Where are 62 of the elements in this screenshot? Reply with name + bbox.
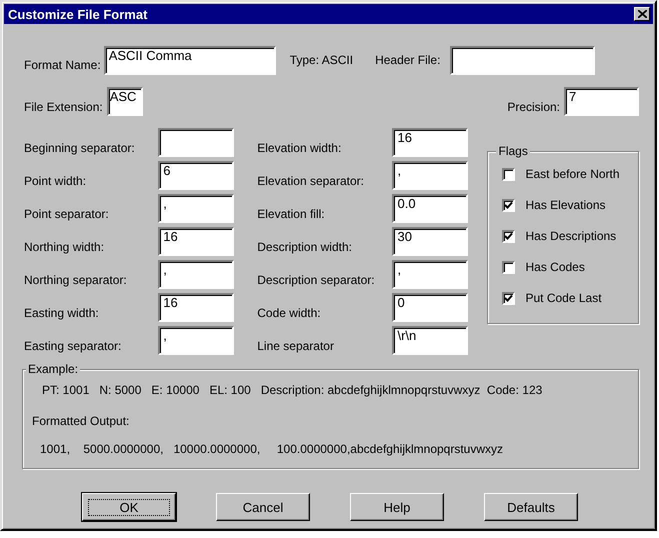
text-field[interactable]: , bbox=[392, 260, 468, 289]
check-icon bbox=[504, 294, 514, 302]
text-field[interactable]: , bbox=[158, 194, 234, 223]
text-field[interactable]: 30 bbox=[392, 227, 468, 256]
field-label: Code width: bbox=[257, 306, 321, 322]
dialog-button[interactable]: Cancel bbox=[216, 493, 310, 521]
text-field[interactable] bbox=[158, 128, 234, 157]
field-label: Easting width: bbox=[24, 306, 99, 322]
field-label: Point width: bbox=[24, 174, 86, 190]
checkbox[interactable] bbox=[502, 198, 516, 212]
text-field[interactable]: , bbox=[158, 326, 234, 355]
field-label: Easting separator: bbox=[24, 339, 122, 355]
text-field[interactable]: 6 bbox=[158, 161, 234, 190]
checkbox-option[interactable]: Has Elevations bbox=[502, 198, 638, 212]
group-title: Example: bbox=[26, 362, 80, 376]
dialog-button[interactable]: Defaults bbox=[484, 493, 578, 521]
field-label: Description separator: bbox=[257, 273, 375, 289]
checkbox[interactable] bbox=[502, 292, 516, 304]
field-label: Header File: bbox=[375, 53, 440, 69]
example-record: PT: 1001 N: 5000 E: 10000 EL: 100 Description: abcdefghijklmnopqrstuvwxyz Code: 123 bbox=[42, 383, 544, 397]
text-field[interactable]: \r\n bbox=[392, 326, 468, 355]
text-field[interactable]: 16 bbox=[158, 293, 234, 322]
field-label: Precision: bbox=[507, 100, 560, 116]
text-field[interactable] bbox=[450, 46, 596, 75]
field-label: Point separator: bbox=[24, 207, 109, 223]
field-label: File Extension: bbox=[24, 100, 103, 116]
text-field[interactable]: , bbox=[392, 161, 468, 190]
field-label: Elevation separator: bbox=[257, 174, 364, 190]
dialog-button[interactable]: Help bbox=[350, 493, 444, 521]
field-label: Format Name: bbox=[24, 58, 101, 74]
field-label: Line separator bbox=[257, 339, 334, 355]
close-icon bbox=[638, 10, 646, 18]
text-field[interactable]: 16 bbox=[392, 128, 468, 157]
field-label: Northing width: bbox=[24, 240, 104, 256]
text-field[interactable]: , bbox=[158, 260, 234, 289]
text-field[interactable]: 16 bbox=[158, 227, 234, 256]
check-icon bbox=[504, 232, 514, 240]
formatted-output: 1001, 5000.0000000, 10000.0000000, 100.0000000,abcdefghijklmnopqrstuvwxyz bbox=[40, 442, 504, 456]
text-field[interactable]: ASC bbox=[106, 87, 143, 116]
checkbox-option[interactable]: Put Code Last bbox=[502, 291, 638, 305]
text-field[interactable]: 7 bbox=[564, 87, 639, 116]
field-label: Elevation fill: bbox=[257, 207, 325, 223]
checkbox-option[interactable]: East before North bbox=[502, 167, 638, 181]
checkbox[interactable] bbox=[502, 230, 516, 242]
checkbox-option[interactable]: Has Codes bbox=[502, 260, 638, 274]
field-label: Description width: bbox=[257, 240, 352, 256]
output-label: Formatted Output: bbox=[32, 414, 130, 428]
check-icon bbox=[504, 200, 514, 210]
window-title: Customize File Format bbox=[8, 6, 148, 22]
text-field[interactable]: 0.0 bbox=[392, 194, 468, 223]
group-title: Flags bbox=[496, 144, 530, 158]
text-field[interactable]: 0 bbox=[392, 293, 468, 322]
field-label: Elevation width: bbox=[257, 141, 342, 157]
field-label: Beginning separator: bbox=[24, 141, 135, 157]
checkbox[interactable] bbox=[502, 260, 516, 274]
close-button[interactable] bbox=[634, 7, 650, 21]
type-text: Type: ASCII bbox=[290, 53, 354, 69]
text-field[interactable]: ASCII Comma bbox=[104, 46, 276, 75]
dialog-button[interactable]: OK bbox=[82, 493, 176, 521]
checkbox[interactable] bbox=[502, 168, 516, 180]
checkbox-option[interactable]: Has Descriptions bbox=[502, 229, 638, 243]
field-label: Northing separator: bbox=[24, 273, 127, 289]
